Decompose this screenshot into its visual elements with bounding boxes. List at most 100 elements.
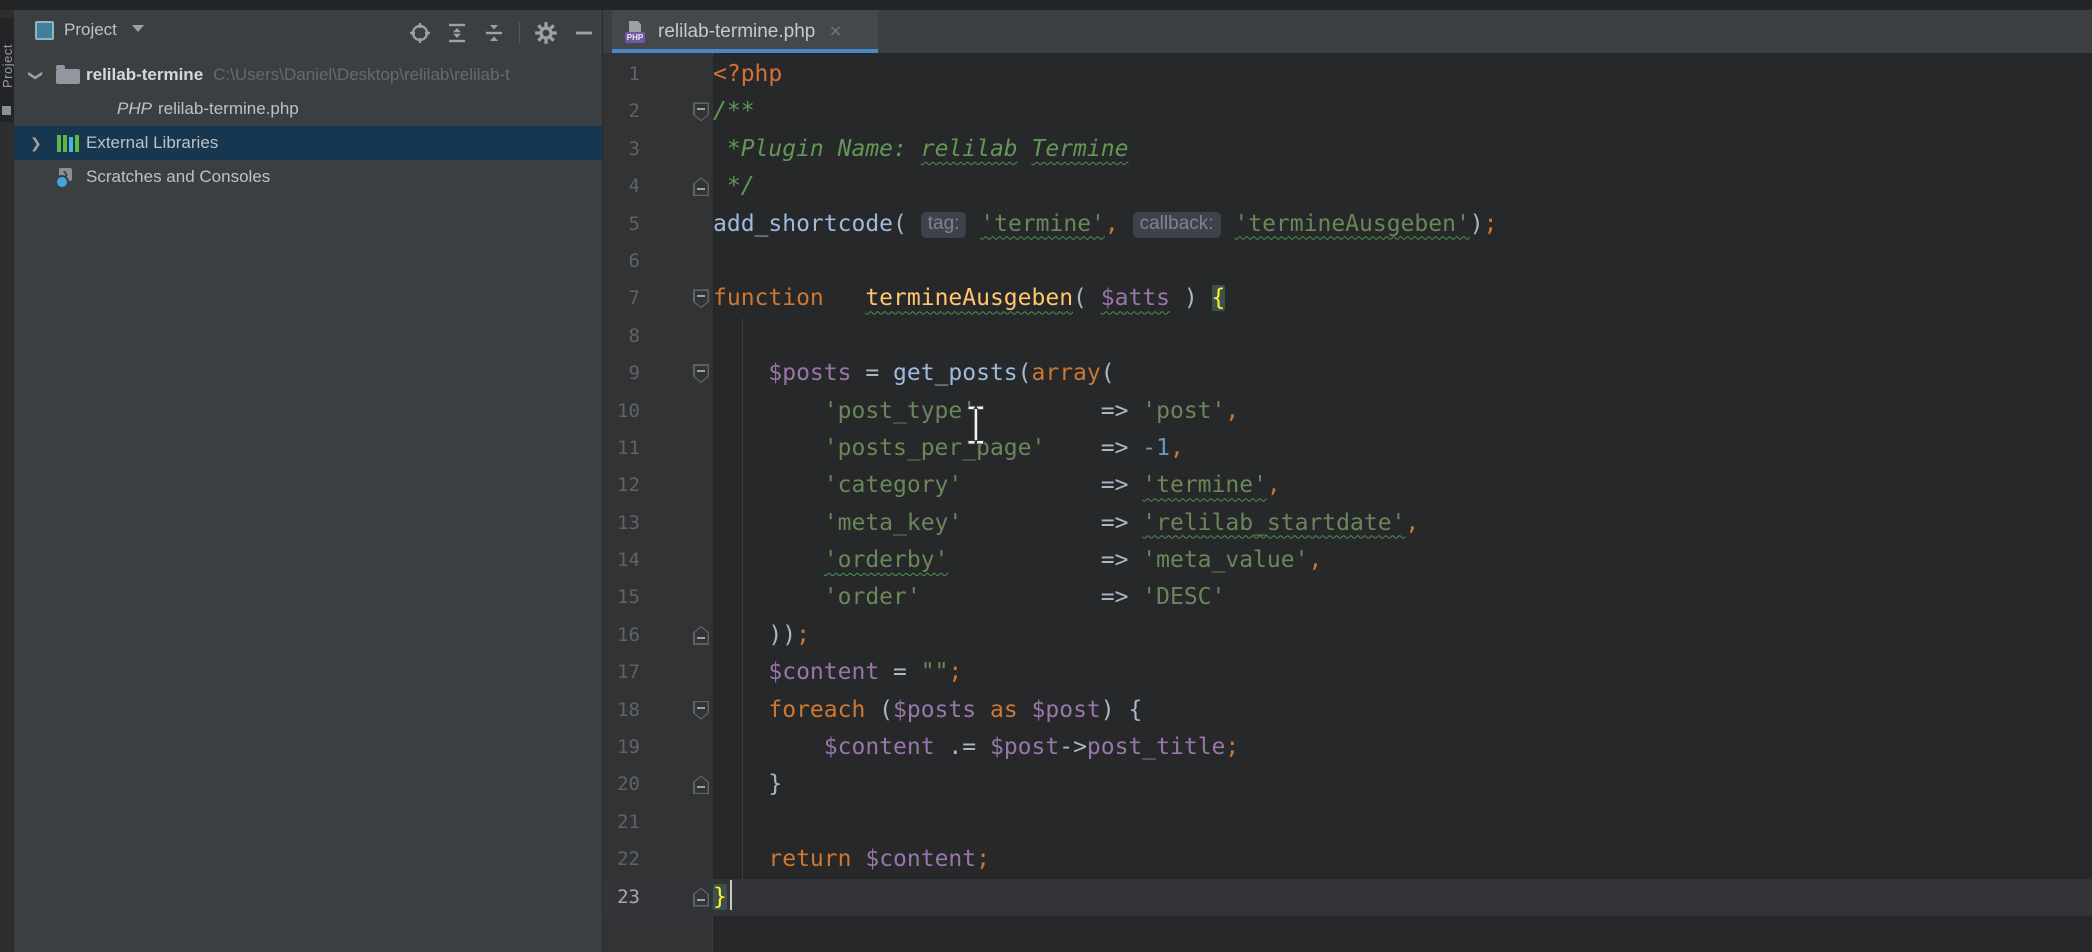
fold-end-icon[interactable] — [693, 888, 709, 907]
collapse-all-icon[interactable] — [482, 21, 506, 45]
code-text: 'order' => 'DESC' — [713, 579, 1225, 616]
code-text: 'posts_per_page' => -1, — [713, 430, 1184, 467]
tab-title: relilab-termine.php — [658, 21, 815, 43]
code-line-8[interactable]: 8 — [603, 318, 2092, 355]
code-line-9[interactable]: 9 $posts = get_posts(array( — [603, 355, 2092, 392]
fold-column — [640, 243, 713, 280]
code-line-2[interactable]: 2/** — [603, 93, 2092, 130]
fold-end-icon[interactable] — [693, 775, 709, 794]
scratches-icon: ❯ — [56, 168, 80, 187]
php-file-icon: PHP — [625, 21, 649, 43]
settings-icon[interactable] — [533, 20, 559, 46]
line-number: 21 — [603, 804, 640, 841]
line-number: 23 — [603, 879, 640, 916]
tree-item-label: relilab-termine — [86, 65, 203, 85]
fold-column — [640, 692, 713, 729]
fold-column — [640, 280, 713, 317]
fold-column — [640, 505, 713, 542]
line-number: 8 — [603, 318, 640, 355]
code-line-17[interactable]: 17 $content = ""; — [603, 654, 2092, 691]
text-caret — [730, 880, 732, 910]
fold-start-icon[interactable] — [693, 364, 709, 383]
code-line-16[interactable]: 16 )); — [603, 617, 2092, 654]
fold-column — [640, 56, 713, 93]
code-text: function termineAusgeben( $atts ) { — [713, 280, 1225, 317]
fold-end-icon[interactable] — [693, 626, 709, 645]
code-line-12[interactable]: 12 'category' => 'termine', — [603, 467, 2092, 504]
line-number: 9 — [603, 355, 640, 392]
code-line-10[interactable]: 10 'post_type' => 'post', — [603, 393, 2092, 430]
expand-all-icon[interactable] — [445, 21, 469, 45]
tree-item-scratches-and-consoles[interactable]: ❯Scratches and Consoles — [14, 160, 602, 194]
fold-start-icon[interactable] — [693, 102, 709, 121]
locate-icon[interactable] — [408, 21, 432, 45]
code-line-14[interactable]: 14 'orderby' => 'meta_value', — [603, 542, 2092, 579]
code-line-7[interactable]: 7function termineAusgeben( $atts ) { — [603, 280, 2092, 317]
line-number: 17 — [603, 654, 640, 691]
line-number: 4 — [603, 168, 640, 205]
fold-column — [640, 131, 713, 168]
tree-item-path: C:\Users\Daniel\Desktop\relilab\relilab-… — [213, 65, 510, 85]
code-text: foreach ($posts as $post) { — [713, 692, 1142, 729]
code-editor[interactable]: 1<?php2/**3 *Plugin Name: relilab Termin… — [603, 53, 2092, 952]
code-line-21[interactable]: 21 — [603, 804, 2092, 841]
code-line-18[interactable]: 18 foreach ($posts as $post) { — [603, 692, 2092, 729]
code-text: add_shortcode( tag: 'termine', callback:… — [713, 206, 1498, 243]
code-text: 'category' => 'termine', — [713, 467, 1281, 504]
fold-column — [640, 542, 713, 579]
editor-lines: 1<?php2/**3 *Plugin Name: relilab Termin… — [603, 56, 2092, 916]
tree-item-relilab-termine[interactable]: ❯ relilab-termine C:\Users\Daniel\Desktop\… — [14, 58, 602, 92]
line-number: 6 — [603, 243, 640, 280]
tab-relilab-termine-php[interactable]: PHP relilab-termine.php × — [612, 10, 878, 53]
fold-end-icon[interactable] — [693, 177, 709, 196]
fold-start-icon[interactable] — [693, 289, 709, 308]
code-line-3[interactable]: 3 *Plugin Name: relilab Termine — [603, 131, 2092, 168]
code-line-5[interactable]: 5 add_shortcode( tag: 'termine', callback… — [603, 206, 2092, 243]
chevron-down-icon[interactable]: ❯ — [30, 67, 56, 84]
chevron-down-icon[interactable] — [132, 25, 144, 32]
line-number: 15 — [603, 579, 640, 616]
tree-item-label: relilab-termine.php — [158, 99, 299, 119]
code-text: 'meta_key' => 'relilab_startdate', — [713, 505, 1419, 542]
code-line-15[interactable]: 15 'order' => 'DESC' — [603, 579, 2092, 616]
ide-window: Project Project — [0, 0, 2092, 952]
code-line-20[interactable]: 20 } — [603, 766, 2092, 803]
tree-item-label: External Libraries — [86, 133, 218, 153]
project-tree: ❯ relilab-termine C:\Users\Daniel\Desktop\… — [14, 58, 602, 194]
code-line-1[interactable]: 1<?php — [603, 56, 2092, 93]
tree-item-external-libraries[interactable]: ❯ External Libraries — [14, 126, 602, 160]
project-panel-title[interactable]: Project — [64, 20, 117, 40]
chevron-right-icon[interactable]: ❯ — [30, 135, 56, 152]
project-tool-icon — [2, 106, 11, 115]
close-icon[interactable]: × — [829, 21, 841, 42]
fold-column — [640, 841, 713, 878]
fold-column — [640, 879, 713, 916]
tree-item-relilab-termine-php[interactable]: PHP relilab-termine.php — [14, 92, 602, 126]
line-number: 16 — [603, 617, 640, 654]
project-panel: Project ❯relilab — [14, 10, 603, 952]
code-line-23[interactable]: 23} — [603, 879, 2092, 916]
code-line-13[interactable]: 13 'meta_key' => 'relilab_startdate', — [603, 505, 2092, 542]
fold-column — [640, 766, 713, 803]
code-line-6[interactable]: 6 — [603, 243, 2092, 280]
project-view-icon — [35, 21, 54, 40]
tool-window-stripe: Project — [0, 10, 14, 952]
code-text: 'orderby' => 'meta_value', — [713, 542, 1322, 579]
code-text: return $content; — [713, 841, 990, 878]
code-line-4[interactable]: 4 */ — [603, 168, 2092, 205]
title-bar — [0, 0, 2092, 10]
code-line-22[interactable]: 22 return $content; — [603, 841, 2092, 878]
line-number: 19 — [603, 729, 640, 766]
fold-column — [640, 579, 713, 616]
folder-icon — [56, 69, 80, 84]
line-number: 14 — [603, 542, 640, 579]
hide-panel-icon[interactable] — [572, 21, 596, 45]
line-number: 18 — [603, 692, 640, 729]
line-number: 5 — [603, 206, 640, 243]
code-line-19[interactable]: 19 $content .= $post->post_title; — [603, 729, 2092, 766]
php-file-icon: PHP — [117, 99, 152, 119]
line-number: 3 — [603, 131, 640, 168]
code-line-11[interactable]: 11 'posts_per_page' => -1, — [603, 430, 2092, 467]
project-stripe-button[interactable]: Project — [0, 18, 14, 122]
fold-start-icon[interactable] — [693, 701, 709, 720]
